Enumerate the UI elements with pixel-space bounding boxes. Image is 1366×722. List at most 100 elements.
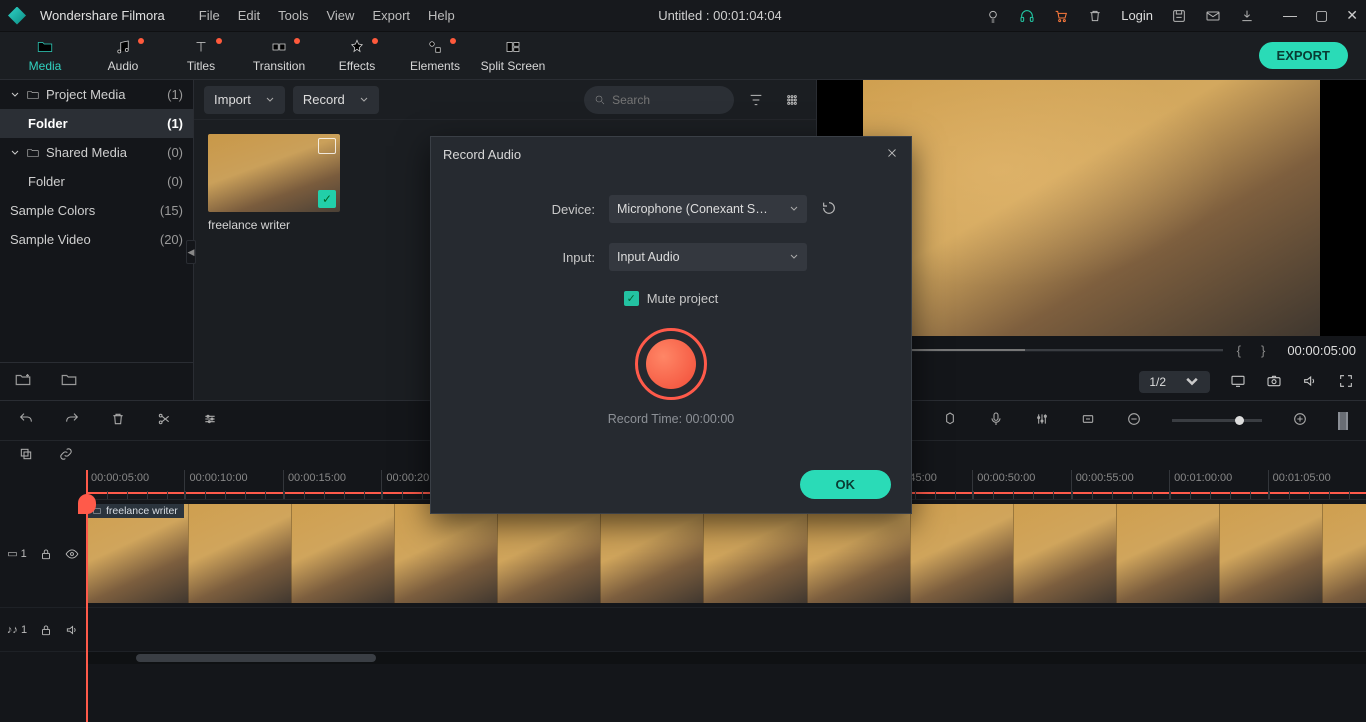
marker-icon[interactable] [942,411,958,430]
split-icon[interactable] [156,411,172,430]
fullscreen-icon[interactable] [1338,373,1354,392]
volume-icon[interactable] [1302,373,1318,392]
zoom-slider[interactable] [1172,419,1262,422]
zoom-in-icon[interactable] [1292,411,1308,430]
lightbulb-icon[interactable] [985,8,1001,24]
folder-icon[interactable] [60,371,78,392]
login-link[interactable]: Login [1121,8,1153,23]
redo-icon[interactable] [64,411,80,430]
menu-file[interactable]: File [199,8,220,23]
reset-device-icon[interactable] [821,200,837,219]
trash-icon[interactable] [1087,8,1103,24]
video-clip[interactable]: freelance writer [86,504,1366,603]
device-select[interactable]: Microphone (Conexant SmartAu [609,195,807,223]
input-select[interactable]: Input Audio [609,243,807,271]
display-icon[interactable] [1230,373,1246,392]
grid-view-icon[interactable] [778,86,806,114]
sidebar-item-sample-video[interactable]: Sample Video(20) [0,225,193,254]
menu-edit[interactable]: Edit [238,8,260,23]
delete-icon[interactable] [110,411,126,430]
track-body[interactable]: freelance writer [86,500,1366,607]
keyframe-icon[interactable] [1080,411,1096,430]
headphones-icon[interactable] [1019,8,1035,24]
sidebar-count: (1) [167,87,183,102]
link-icon[interactable] [58,446,74,465]
sidebar-item-folder[interactable]: Folder(1) [0,109,193,138]
mute-project-checkbox[interactable]: ✓ Mute project [624,291,719,306]
tab-media[interactable]: Media [6,32,84,80]
zoom-select[interactable]: 1/2 [1139,371,1210,393]
badge-dot-icon [372,38,378,44]
tab-media-label: Media [29,59,62,73]
track-head[interactable]: ♪♪ 1 [0,608,86,651]
speaker-icon[interactable] [65,623,79,637]
tab-audio-label: Audio [108,59,139,73]
tab-titles[interactable]: Titles [162,32,240,80]
undo-icon[interactable] [18,411,34,430]
track-head[interactable]: ▭ 1 [0,500,86,607]
tab-transition[interactable]: Transition [240,32,318,80]
menu-view[interactable]: View [326,8,354,23]
zoom-out-icon[interactable] [1126,411,1142,430]
maximize-button[interactable]: ▢ [1315,7,1328,24]
microphone-icon[interactable] [988,411,1004,430]
preview-video[interactable] [863,80,1320,336]
window-controls: — ▢ ✕ [1283,7,1358,24]
tab-split-label: Split Screen [481,59,546,73]
copy-tracks-icon[interactable] [18,446,34,465]
mark-out-icon[interactable]: } [1255,343,1271,358]
sidebar-label: Sample Video [10,232,91,247]
sidebar-label: Project Media [46,87,125,102]
sidebar-item-project-media[interactable]: Project Media (1) [0,80,193,109]
track-body[interactable] [86,608,1366,651]
ruler-tick: 00:00:55:00 [1071,470,1169,499]
filter-icon[interactable] [742,86,770,114]
tab-effects[interactable]: Effects [318,32,396,80]
import-dropdown[interactable]: Import [204,86,285,114]
lock-icon[interactable] [39,623,53,637]
minimize-button[interactable]: — [1283,7,1297,24]
mark-in-icon[interactable]: { [1231,343,1247,358]
download-icon[interactable] [1239,8,1255,24]
sidebar-item-shared-media[interactable]: Shared Media(0) [0,138,193,167]
folder-icon [26,146,40,160]
record-dropdown[interactable]: Record [293,86,379,114]
clip-label: freelance writer [208,218,340,232]
ruler-tick: 00:00:15:00 [283,470,381,499]
zoom-fit-icon[interactable] [1338,412,1348,430]
new-folder-icon[interactable] [14,371,32,392]
sidebar-item-sample-colors[interactable]: Sample Colors(15) [0,196,193,225]
save-icon[interactable] [1171,8,1187,24]
lock-icon[interactable] [39,547,53,561]
ok-button[interactable]: OK [800,470,892,499]
tab-audio[interactable]: Audio [84,32,162,80]
sidebar-label: Sample Colors [10,203,95,218]
mail-icon[interactable] [1205,8,1221,24]
cart-icon[interactable] [1053,8,1069,24]
record-button[interactable] [635,328,707,400]
menu-export[interactable]: Export [372,8,410,23]
menu-help[interactable]: Help [428,8,455,23]
chevron-down-icon [789,252,799,262]
track-label: ♪♪ 1 [7,624,27,636]
adjust-icon[interactable] [202,411,218,430]
search-input[interactable] [612,93,724,107]
collapse-handle[interactable]: ◀ [186,240,196,264]
sidebar-count: (0) [167,145,183,160]
snapshot-icon[interactable] [1266,373,1282,392]
menu-tools[interactable]: Tools [278,8,308,23]
close-icon[interactable] [885,146,899,163]
media-clip[interactable]: ✓ freelance writer [208,134,340,232]
search-box[interactable] [584,86,734,114]
playhead[interactable] [86,470,88,722]
timeline-scrollbar[interactable] [86,652,1366,664]
audio-mixer-icon[interactable] [1034,411,1050,430]
tab-split-screen[interactable]: Split Screen [474,32,552,80]
tab-elements-label: Elements [410,59,460,73]
export-button[interactable]: EXPORT [1259,42,1348,69]
sidebar-item-folder-2[interactable]: Folder(0) [0,167,193,196]
tab-elements[interactable]: Elements [396,32,474,80]
close-button[interactable]: ✕ [1346,7,1358,24]
eye-icon[interactable] [65,547,79,561]
sidebar-label: Folder [28,174,65,189]
